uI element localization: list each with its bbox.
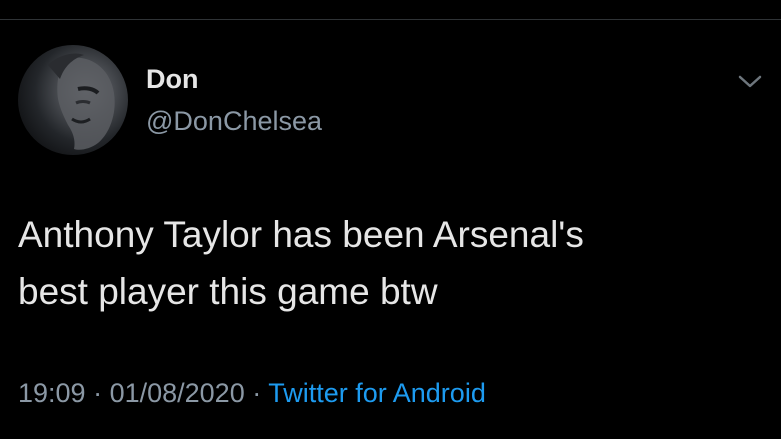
chevron-down-icon[interactable] (737, 73, 763, 91)
avatar-photo-icon (48, 53, 115, 150)
tweet-text-line-1: Anthony Taylor has been Arsenal's (18, 214, 584, 255)
user-handle[interactable]: @DonChelsea (146, 106, 322, 136)
avatar[interactable] (18, 45, 128, 155)
tweet-text-line-2: best player this game btw (18, 271, 438, 312)
meta-separator: · (244, 378, 269, 408)
tweet-time[interactable]: 19:09 (18, 378, 86, 408)
tweet-metadata: 19:09 · 01/08/2020 · Twitter for Android (18, 377, 486, 409)
tweet-text: Anthony Taylor has been Arsenal's best p… (18, 206, 758, 320)
meta-separator: · (85, 378, 110, 408)
display-name[interactable]: Don (146, 64, 198, 94)
top-divider (0, 19, 781, 20)
tweet-date[interactable]: 01/08/2020 (110, 378, 245, 408)
tweet-source-link[interactable]: Twitter for Android (268, 378, 486, 408)
